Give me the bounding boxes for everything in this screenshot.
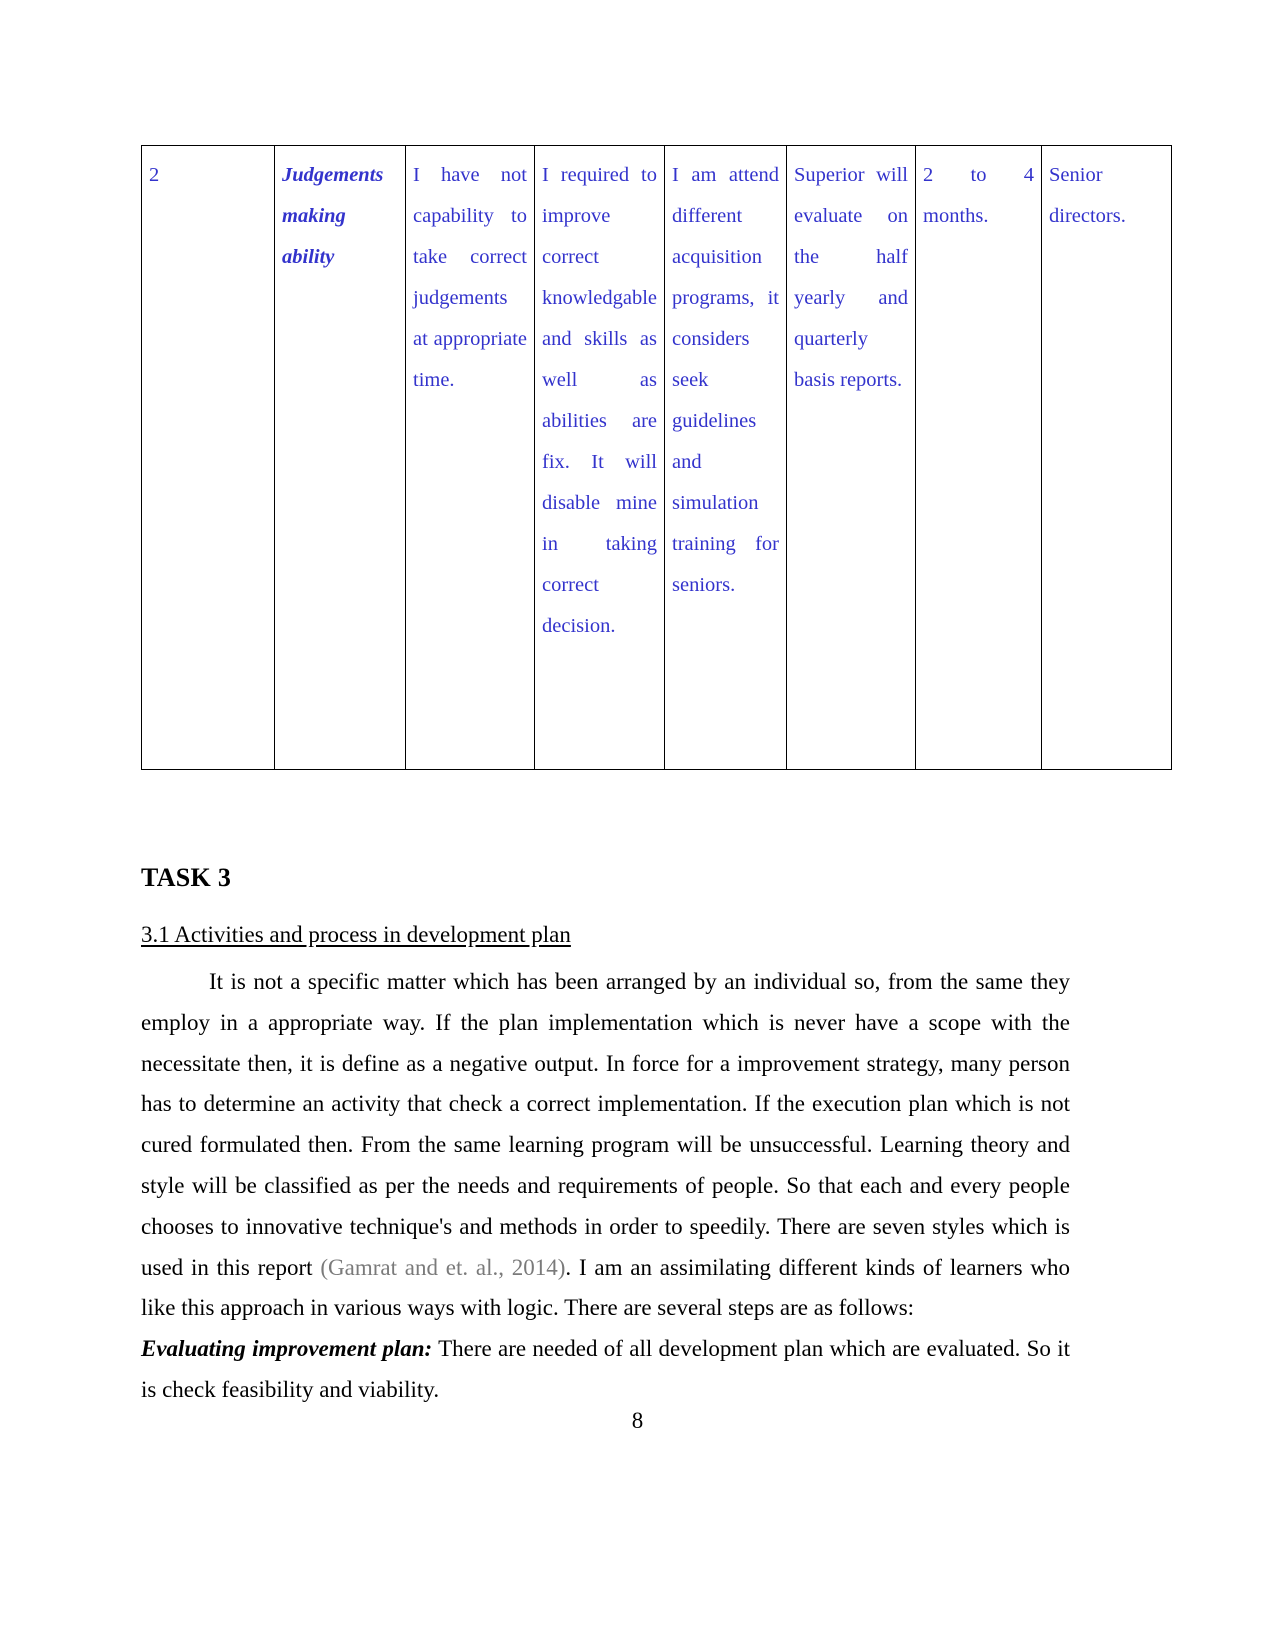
- table-cell-activities: I am attend different acquisition progra…: [664, 145, 787, 770]
- table-cell-timeframe: 2 to 4 months.: [915, 145, 1042, 770]
- paragraph-evaluating-improvement-plan: Evaluating improvement plan: There are n…: [141, 1329, 1070, 1411]
- development-plan-table-wrapper: 2 Judgements making ability I have not c…: [141, 145, 1172, 770]
- table-cell-review-method: Superior will evaluate on the half yearl…: [786, 145, 916, 770]
- body-text-block: It is not a specific matter which has be…: [141, 962, 1070, 1411]
- document-page: 2 Judgements making ability I have not c…: [0, 0, 1275, 1650]
- paragraph-activities-process: It is not a specific matter which has be…: [141, 962, 1070, 1329]
- table-cell-development-need: I required to improve correct knowledgab…: [534, 145, 665, 770]
- section-sub-heading: 3.1 Activities and process in developmen…: [141, 922, 571, 947]
- paragraph-lead-in-label: Evaluating improvement plan:: [141, 1336, 433, 1362]
- table-cell-responsible-person: Senior directors.: [1041, 145, 1172, 770]
- page-number: 8: [631, 1408, 644, 1433]
- citation-reference: (Gamrat and et. al., 2014): [320, 1254, 566, 1280]
- table-row: 2 Judgements making ability I have not c…: [141, 145, 1172, 770]
- task-title: TASK 3: [141, 863, 232, 892]
- development-plan-table: 2 Judgements making ability I have not c…: [141, 145, 1172, 770]
- table-body: 2 Judgements making ability I have not c…: [141, 145, 1172, 770]
- paragraph-text-part-a: It is not a specific matter which has be…: [141, 969, 1070, 1280]
- table-cell-skill: Judgements making ability: [274, 145, 406, 770]
- table-cell-serial: 2: [141, 145, 275, 770]
- table-cell-current-proficiency: I have not capability to take correct ju…: [405, 145, 535, 770]
